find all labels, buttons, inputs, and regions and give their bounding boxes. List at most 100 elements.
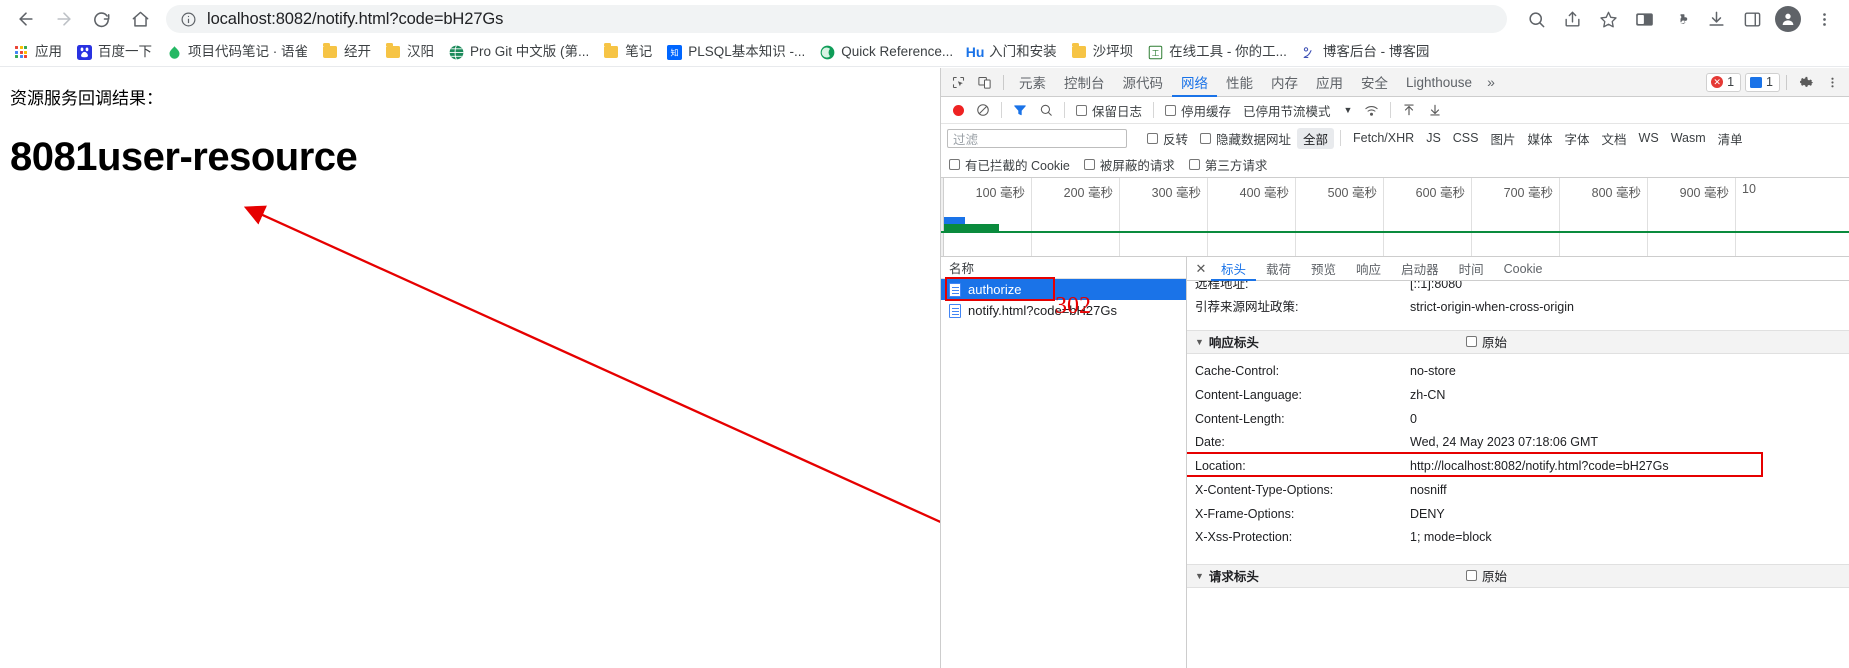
filter-type-doc[interactable]: 文档 <box>1596 128 1633 149</box>
request-column-header[interactable]: 名称 <box>941 257 1186 279</box>
raw-toggle[interactable]: 原始 <box>1465 566 1507 585</box>
filter-type-all[interactable]: 全部 <box>1297 127 1335 149</box>
page-title: 8081user-resource <box>10 135 358 179</box>
bookmark-folder-shapingba[interactable]: 沙坪坝 <box>1064 41 1141 63</box>
bookmark-progit[interactable]: Pro Git 中文版 (第... <box>441 41 596 63</box>
home-button[interactable] <box>122 1 158 37</box>
hide-data-urls-checkbox[interactable]: 隐藏数据网址 <box>1194 129 1297 148</box>
detail-tab-preview[interactable]: 预览 <box>1301 257 1346 281</box>
request-headers-section[interactable]: ▼ 请求标头 原始 <box>1187 563 1849 588</box>
bookmark-label: PLSQL基本知识 -... <box>688 44 806 60</box>
network-conditions-icon[interactable] <box>1358 103 1385 118</box>
preserve-log-checkbox[interactable]: 保留日志 <box>1070 101 1148 120</box>
raw-toggle[interactable]: 原始 <box>1465 332 1507 351</box>
third-party-checkbox[interactable]: 第三方请求 <box>1188 155 1267 174</box>
inspect-element-icon[interactable] <box>945 70 971 94</box>
filter-type-js[interactable]: JS <box>1420 130 1447 146</box>
clear-button[interactable] <box>970 103 996 117</box>
device-toolbar-icon[interactable] <box>971 70 997 94</box>
bookmark-folder-hanyang[interactable]: 汉阳 <box>378 41 441 63</box>
page-content: 资源服务回调结果： 8081user-resource <box>0 68 940 668</box>
bookmark-label: 博客后台 - 博客园 <box>1322 44 1430 60</box>
blocked-cookies-checkbox[interactable]: 有已拦截的 Cookie <box>949 155 1070 174</box>
search-icon[interactable] <box>1519 2 1553 36</box>
detail-tab-cookies[interactable]: Cookie <box>1494 257 1553 281</box>
more-tabs-chevron-icon[interactable]: » <box>1481 74 1501 90</box>
network-overview-timeline[interactable]: 100 毫秒 200 毫秒 300 毫秒 400 毫秒 500 毫秒 600 毫… <box>941 178 1849 257</box>
bookmark-star-icon[interactable] <box>1591 2 1625 36</box>
back-button[interactable] <box>8 1 44 37</box>
column-name-label: 名称 <box>949 262 975 276</box>
filter-type-wasm[interactable]: Wasm <box>1665 130 1712 146</box>
extensions-puzzle-icon[interactable] <box>1663 2 1697 36</box>
bookmark-folder-jingkai[interactable]: 经开 <box>315 41 378 63</box>
bookmark-cnblogs[interactable]: 博客后台 - 博客园 <box>1294 41 1437 63</box>
error-count-badge[interactable]: ✕ 1 <box>1706 72 1742 92</box>
side-panel-icon[interactable] <box>1735 2 1769 36</box>
disable-cache-checkbox[interactable]: 停用缓存 <box>1159 101 1237 120</box>
detail-tab-timing[interactable]: 时间 <box>1449 257 1494 281</box>
bookmark-label: 沙坪坝 <box>1092 44 1134 60</box>
filter-type-fetch-xhr[interactable]: Fetch/XHR <box>1347 130 1420 146</box>
bookmark-plsql-zhihu[interactable]: 知 PLSQL基本知识 -... <box>659 41 812 63</box>
profile-avatar[interactable] <box>1771 2 1805 36</box>
cnblogs-icon <box>1301 44 1317 60</box>
detail-tab-initiator[interactable]: 启动器 <box>1391 257 1449 281</box>
divider <box>1003 74 1004 90</box>
tab-application[interactable]: 应用 <box>1307 68 1352 97</box>
filter-type-ws[interactable]: WS <box>1633 130 1665 146</box>
devtools-menu-icon[interactable] <box>1819 70 1845 94</box>
filter-input[interactable]: 过滤 <box>947 128 1127 148</box>
filter-placeholder: 过滤 <box>953 132 979 147</box>
export-har-button[interactable] <box>1422 103 1448 117</box>
bookmark-hu-install[interactable]: Hu 入门和安装 <box>960 41 1064 63</box>
bookmark-online-tools[interactable]: 工 在线工具 - 你的工... <box>1140 41 1294 63</box>
checkbox <box>1200 132 1212 144</box>
bookmark-baidu[interactable]: 百度一下 <box>69 41 159 63</box>
media-icon[interactable] <box>1627 2 1661 36</box>
tab-console[interactable]: 控制台 <box>1055 68 1114 97</box>
tab-performance[interactable]: 性能 <box>1217 68 1262 97</box>
throttling-label: 已停用节流模式 <box>1243 104 1331 119</box>
bookmark-apps[interactable]: 应用 <box>6 41 69 63</box>
search-button[interactable] <box>1033 103 1059 117</box>
address-bar[interactable]: localhost:8082/notify.html?code=bH27Gs <box>166 5 1507 33</box>
close-icon[interactable]: ✕ <box>1191 259 1211 279</box>
bookmark-quick-reference[interactable]: Quick Reference... <box>812 41 960 63</box>
filter-type-css[interactable]: CSS <box>1447 130 1485 146</box>
record-button[interactable] <box>947 104 970 116</box>
tab-sources[interactable]: 源代码 <box>1114 68 1173 97</box>
bookmark-label: Quick Reference... <box>841 44 954 60</box>
detail-tab-headers[interactable]: 标头 <box>1211 257 1256 281</box>
gear-icon[interactable] <box>1793 70 1819 94</box>
filter-button[interactable] <box>1007 103 1033 117</box>
filter-type-font[interactable]: 字体 <box>1559 128 1596 149</box>
headers-scroll-area[interactable]: 远程地址: [::1]:8080 引荐来源网址政策: strict-origin… <box>1187 281 1849 668</box>
chrome-menu-icon[interactable] <box>1807 2 1841 36</box>
tab-network[interactable]: 网络 <box>1172 68 1217 97</box>
reload-button[interactable] <box>84 1 120 37</box>
filter-type-img[interactable]: 图片 <box>1484 128 1521 149</box>
tab-memory[interactable]: 内存 <box>1262 68 1307 97</box>
throttling-select[interactable]: 已停用节流模式 ▼ <box>1237 101 1358 120</box>
tab-elements[interactable]: 元素 <box>1010 68 1055 97</box>
import-har-button[interactable] <box>1396 103 1422 117</box>
bookmark-yuque[interactable]: 项目代码笔记 · 语雀 <box>159 41 315 63</box>
tab-security[interactable]: 安全 <box>1352 68 1397 97</box>
detail-tab-response[interactable]: 响应 <box>1346 257 1391 281</box>
share-icon[interactable] <box>1555 2 1589 36</box>
detail-tab-payload[interactable]: 载荷 <box>1256 257 1301 281</box>
response-headers-section[interactable]: ▼ 响应标头 原始 <box>1187 329 1849 354</box>
forward-button[interactable] <box>46 1 82 37</box>
bookmark-folder-biji[interactable]: 笔记 <box>596 41 659 63</box>
header-key: X-Content-Type-Options: <box>1195 482 1334 497</box>
message-count-badge[interactable]: 1 <box>1745 72 1780 92</box>
bookmark-label: 汉阳 <box>407 44 434 60</box>
downloads-icon[interactable] <box>1699 2 1733 36</box>
site-info-icon[interactable] <box>180 11 197 28</box>
invert-checkbox[interactable]: 反转 <box>1141 129 1194 148</box>
filter-type-media[interactable]: 媒体 <box>1522 128 1559 149</box>
filter-type-manifest[interactable]: 清单 <box>1712 128 1749 149</box>
tab-lighthouse[interactable]: Lighthouse <box>1397 68 1481 97</box>
blocked-requests-checkbox[interactable]: 被屏蔽的请求 <box>1083 155 1175 174</box>
